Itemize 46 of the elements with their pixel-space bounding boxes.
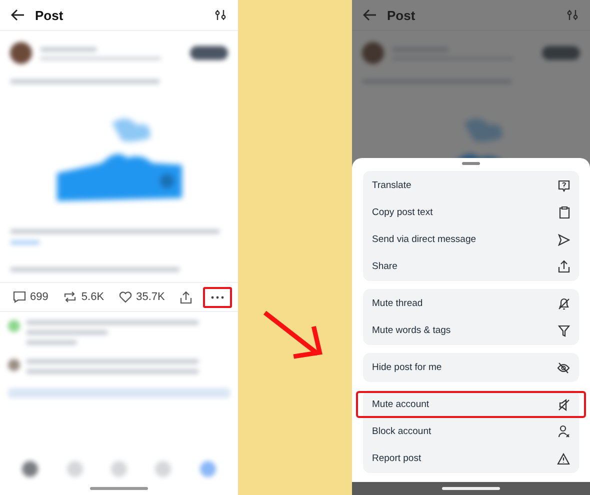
comment-icon xyxy=(13,291,26,303)
translate-icon xyxy=(558,180,570,192)
share-icon xyxy=(558,260,570,273)
clipboard-icon xyxy=(559,206,570,219)
heart-icon xyxy=(119,291,132,303)
avatar xyxy=(362,42,384,64)
avatar xyxy=(8,359,20,371)
menu-item[interactable]: Mute account xyxy=(356,391,586,418)
speaker-off-icon xyxy=(558,398,570,410)
filter-icon xyxy=(558,324,570,336)
like-action[interactable]: 35.7K xyxy=(115,286,169,308)
menu-item[interactable]: Send via direct message xyxy=(363,226,579,253)
repost-icon xyxy=(63,291,78,303)
eye-off-icon xyxy=(557,362,570,374)
nav-icon[interactable] xyxy=(200,461,216,477)
menu-item[interactable]: Report post xyxy=(363,445,579,472)
menu-item[interactable]: Hide post for me xyxy=(363,354,579,381)
sheet-handle[interactable] xyxy=(462,162,480,165)
reply-action[interactable]: 699 xyxy=(9,286,52,308)
reply-field[interactable] xyxy=(8,388,230,398)
warning-icon xyxy=(557,452,570,464)
more-icon xyxy=(211,296,224,298)
repost-action[interactable]: 5.6K xyxy=(59,286,108,308)
sliders-icon[interactable] xyxy=(567,9,578,21)
home-indicator xyxy=(442,487,500,490)
blurred-text xyxy=(40,46,97,52)
menu-item[interactable]: Share xyxy=(363,253,579,280)
bell-off-icon xyxy=(558,298,570,310)
menu-item[interactable]: Mute thread xyxy=(363,290,579,317)
more-action[interactable] xyxy=(203,286,232,308)
menu-item[interactable]: Mute words & tags xyxy=(363,317,579,344)
share-icon xyxy=(180,290,192,304)
avatar xyxy=(10,42,32,64)
blurred-text xyxy=(26,340,77,345)
send-icon xyxy=(558,234,570,246)
menu-item[interactable]: Block account xyxy=(363,418,579,445)
nav-icon[interactable] xyxy=(22,461,38,477)
menu-item[interactable]: Translate xyxy=(363,172,579,199)
back-arrow-icon[interactable] xyxy=(11,9,25,21)
person-x-icon xyxy=(558,425,570,438)
home-indicator xyxy=(90,487,148,490)
menu-item[interactable]: Copy post text xyxy=(363,199,579,226)
page-title: Post xyxy=(35,8,64,22)
page-title: Post xyxy=(387,8,416,22)
avatar xyxy=(8,320,20,332)
sliders-icon[interactable] xyxy=(215,9,226,21)
